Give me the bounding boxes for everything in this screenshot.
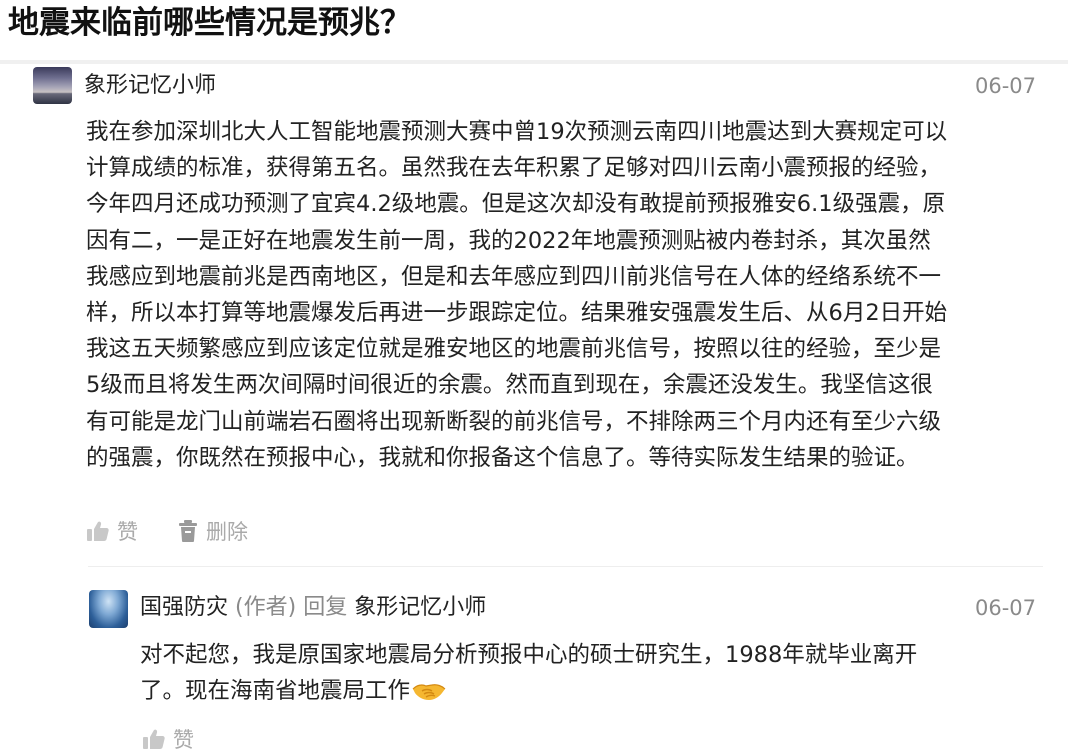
comment-line: 我在参加深圳北大人工智能地震预测大赛中曾19次预测云南四川地震达到大赛规定可以 xyxy=(86,119,948,145)
reply-divider xyxy=(88,566,1043,567)
comment-line: 我这五天频繁感应到应该定位就是雅安地区的地震前兆信号，按照以往的经验，至少是 xyxy=(86,336,942,363)
delete-button[interactable]: 删除 xyxy=(178,516,248,546)
reply-avatar[interactable] xyxy=(89,590,128,628)
comment-line: 的强震，你既然在预报中心，我就和你报备这个信息了。等待实际发生结果的验证。 xyxy=(86,444,919,471)
reply-like-button[interactable]: 赞 xyxy=(143,724,194,754)
comment-line: 有可能是龙门山前端岩石圈将出现新断裂的前兆信号，不排除两三个月内还有至少六级 xyxy=(86,408,942,435)
reply-word: 回复 xyxy=(303,595,348,620)
comment-body: 我在参加深圳北大人工智能地震预测大赛中曾19次预测云南四川地震达到大赛规定可以 … xyxy=(86,114,1046,476)
title-divider xyxy=(0,60,1068,64)
comment-line: 因有二，一是正好在地震发生前一周，我的2022年地震预测贴被内卷封杀，其次虽然 xyxy=(86,227,931,254)
reply-date: 06-07 xyxy=(975,596,1037,620)
like-button[interactable]: 赞 xyxy=(87,516,138,546)
reply-header: 国强防灾 (作者) 回复 象形记忆小师 xyxy=(140,592,486,624)
comment-date: 06-07 xyxy=(975,74,1037,98)
avatar[interactable] xyxy=(33,67,72,104)
like-label: 赞 xyxy=(173,728,194,752)
reply-line: 了。现在海南省地震局工作 xyxy=(140,673,1020,712)
comment-line: 计算成绩的标准，获得第五名。虽然我在去年积累了足够对四川云南小震预报的经验， xyxy=(86,155,942,182)
comment-line: 今年四月还成功预测了宜宾4.2级地震。但是这次却没有敢提前预报雅安6.1级强震，… xyxy=(86,191,946,218)
question-title: 地震来临前哪些情况是预兆？ xyxy=(8,5,411,41)
comment-line: 我感应到地震前兆是西南地区，但是和去年感应到四川前兆信号在人体的经络系统不一 xyxy=(86,263,942,290)
reply-body: 对不起您，我是原国家地震局分析预报中心的硕士研究生，1988年就毕业离开 了。现… xyxy=(140,637,1020,712)
comment-line: 5级而且将发生两次间隔时间很近的余震。然而直到现在，余震还没发生。我坚信这很 xyxy=(86,372,933,399)
reply-line-text: 了。现在海南省地震局工作 xyxy=(140,678,411,704)
reply-line: 对不起您，我是原国家地震局分析预报中心的硕士研究生，1988年就毕业离开 xyxy=(140,642,918,668)
like-label: 赞 xyxy=(117,520,138,544)
thumbs-up-icon xyxy=(87,521,109,541)
comment-author-name[interactable]: 象形记忆小师 xyxy=(84,70,216,102)
comment-line: 样，所以本打算等地震爆发后再进一步跟踪定位。结果雅安强震发生后、从6月2日开始 xyxy=(86,300,948,327)
thumbs-up-icon xyxy=(143,729,165,749)
author-tag: (作者) xyxy=(235,595,297,620)
trash-icon xyxy=(178,520,198,542)
handshake-emoji-icon xyxy=(412,676,446,712)
reply-target-name[interactable]: 象形记忆小师 xyxy=(354,595,486,620)
reply-author-name[interactable]: 国强防灾 xyxy=(140,595,228,620)
delete-label: 删除 xyxy=(206,520,248,544)
